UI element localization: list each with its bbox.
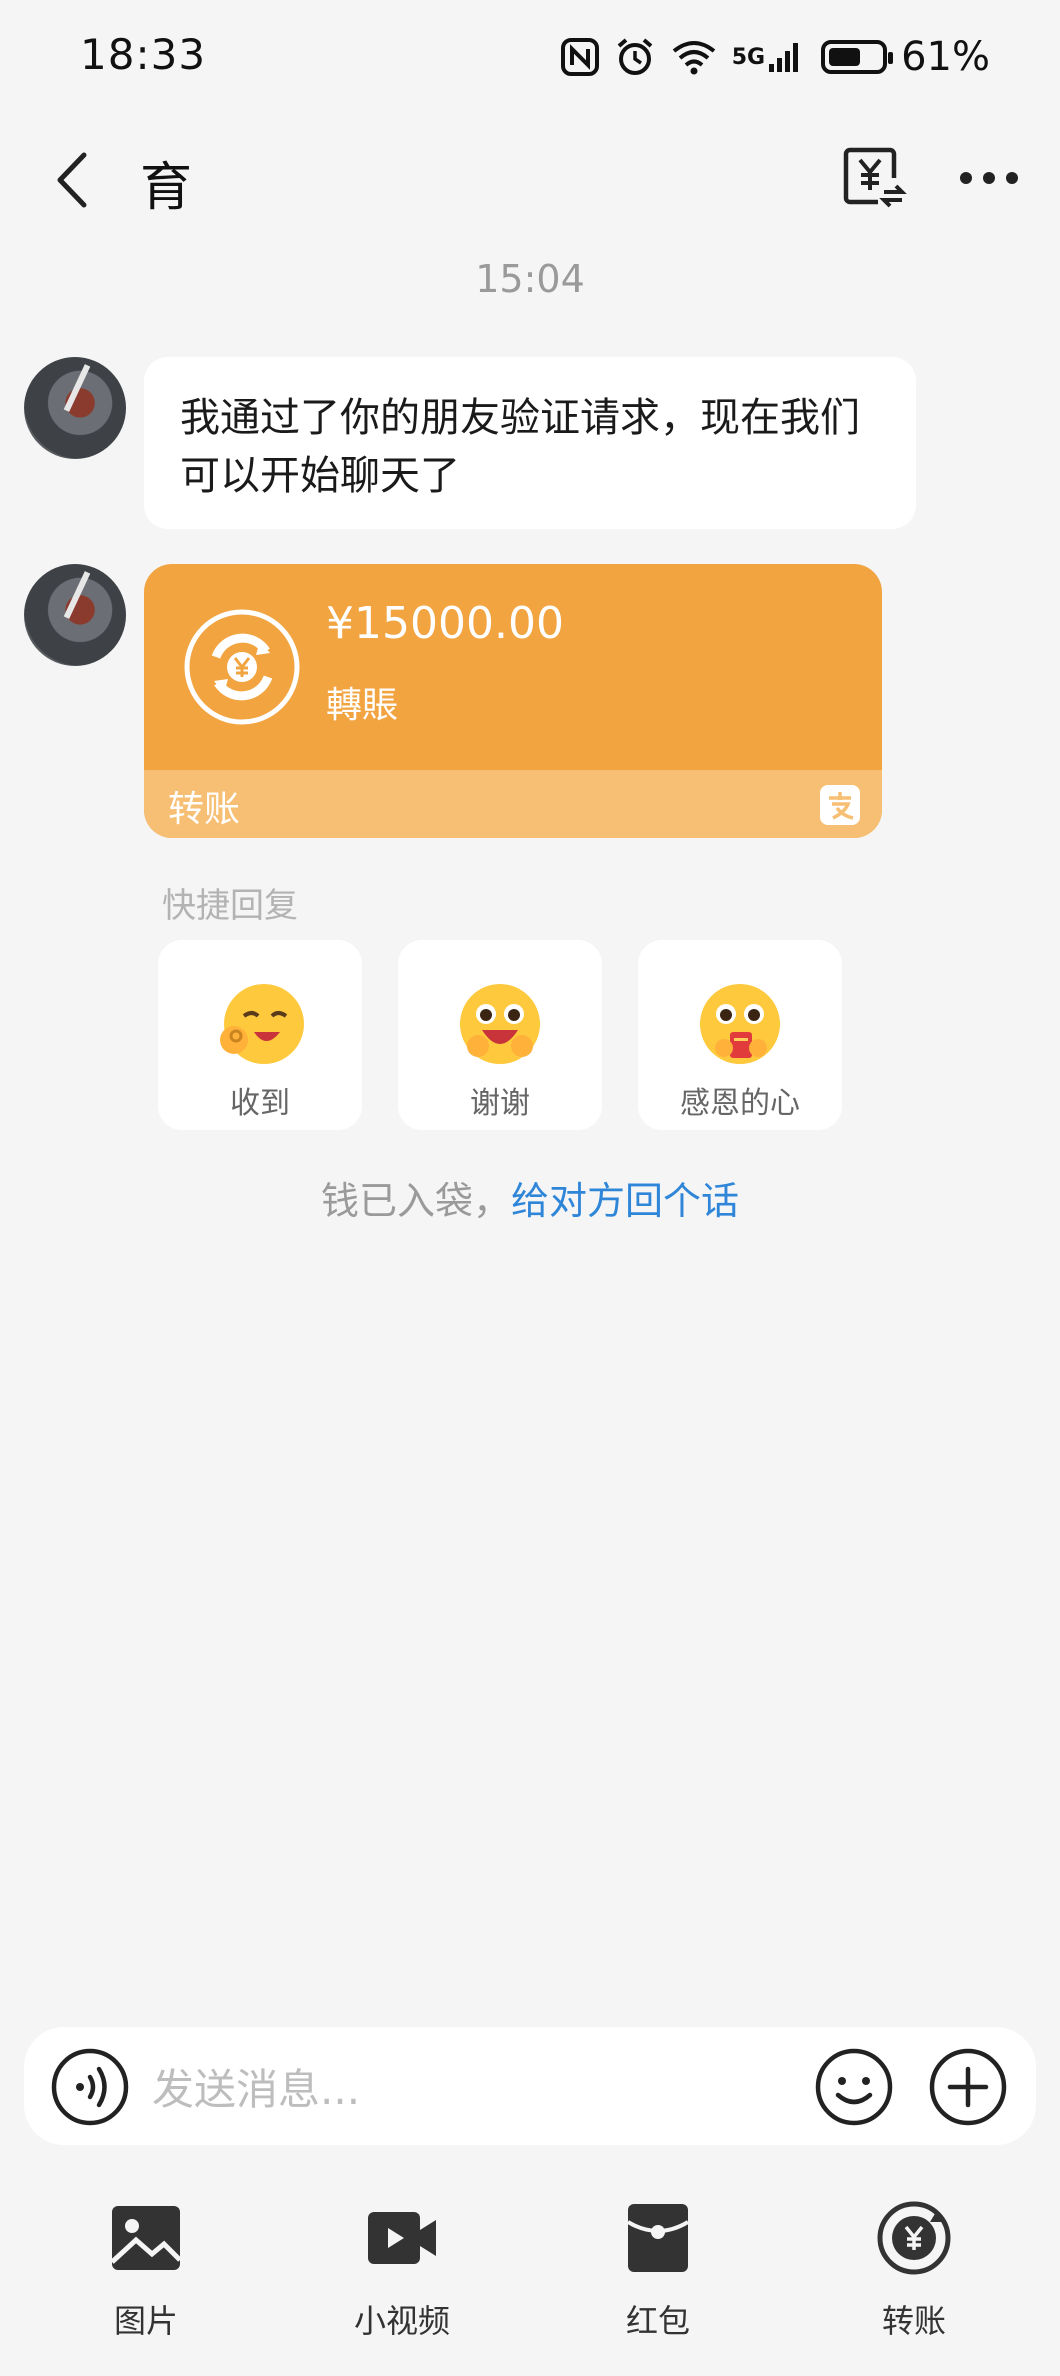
nfc-icon bbox=[560, 37, 600, 77]
tool-label: 小视频 bbox=[353, 2302, 450, 2340]
avatar[interactable] bbox=[24, 564, 126, 666]
emoji-icon[interactable] bbox=[814, 2047, 894, 2127]
transfer-card-footer: 转账 bbox=[144, 770, 882, 838]
thanks-emoji-icon bbox=[460, 984, 540, 1064]
reply-hint-text: 钱已入袋， bbox=[320, 1179, 511, 1223]
ok-hand-emoji-icon bbox=[220, 984, 304, 1064]
tool-label: 图片 bbox=[113, 2302, 178, 2340]
quick-reply-label: 谢谢 bbox=[470, 1086, 530, 1121]
quick-reply-label: 感恩的心 bbox=[680, 1086, 800, 1121]
wifi-icon bbox=[670, 37, 718, 77]
contact-name: 育 bbox=[140, 158, 193, 218]
avatar[interactable] bbox=[24, 357, 126, 459]
message-bubble[interactable]: 我通过了你的朋友验证请求，现在我们可以开始聊天了 bbox=[144, 357, 916, 529]
image-icon bbox=[110, 2206, 182, 2270]
quick-reply-title: 快捷回复 bbox=[162, 886, 298, 926]
battery-icon bbox=[821, 40, 894, 74]
status-icons: 5G 61% bbox=[560, 30, 990, 84]
grateful-emoji-icon bbox=[700, 984, 780, 1064]
tool-video[interactable]: 小视频 bbox=[322, 2200, 482, 2342]
transfer-amount: ¥15000.00 bbox=[326, 598, 564, 649]
transfer-card[interactable]: ¥15000.00 轉賬 转账 bbox=[144, 564, 882, 838]
signal-icon: 5G bbox=[732, 40, 801, 74]
transfer-status: 轉賬 bbox=[326, 685, 399, 726]
tool-label: 转账 bbox=[881, 2302, 946, 2340]
transfer-record-icon[interactable] bbox=[838, 142, 908, 212]
tool-label: 红包 bbox=[625, 2302, 690, 2340]
alarm-icon bbox=[614, 36, 656, 78]
plus-icon[interactable] bbox=[928, 2047, 1008, 2127]
chat-timestamp: 15:04 bbox=[475, 257, 585, 301]
status-time: 18:33 bbox=[80, 30, 207, 79]
reply-hint: 钱已入袋，给对方回个话 bbox=[0, 1170, 1060, 1225]
video-icon bbox=[368, 2212, 436, 2264]
alipay-icon bbox=[820, 785, 860, 825]
message-input[interactable]: 发送消息... bbox=[152, 2056, 360, 2117]
quick-reply-thanks[interactable]: 谢谢 bbox=[398, 940, 602, 1130]
battery-level bbox=[829, 48, 861, 66]
reply-hint-link[interactable]: 给对方回个话 bbox=[511, 1179, 739, 1223]
transfer-icon bbox=[877, 2201, 951, 2275]
back-icon[interactable] bbox=[48, 145, 108, 215]
battery-percent: 61% bbox=[901, 34, 990, 80]
more-icon[interactable] bbox=[958, 160, 1020, 196]
yen-transfer-icon bbox=[182, 607, 302, 727]
tool-transfer[interactable]: 转账 bbox=[834, 2200, 994, 2342]
red-packet-icon bbox=[626, 2204, 690, 2272]
network-type: 5G bbox=[731, 44, 766, 70]
tool-red-packet[interactable]: 红包 bbox=[578, 2200, 738, 2342]
quick-reply-grateful[interactable]: 感恩的心 bbox=[638, 940, 842, 1130]
transfer-footer-label: 转账 bbox=[168, 789, 241, 830]
quick-reply-label: 收到 bbox=[230, 1086, 290, 1121]
quick-reply-received[interactable]: 收到 bbox=[158, 940, 362, 1130]
tool-image[interactable]: 图片 bbox=[66, 2200, 226, 2342]
transfer-card-body: ¥15000.00 轉賬 bbox=[144, 564, 882, 770]
voice-input-icon[interactable] bbox=[50, 2047, 130, 2127]
